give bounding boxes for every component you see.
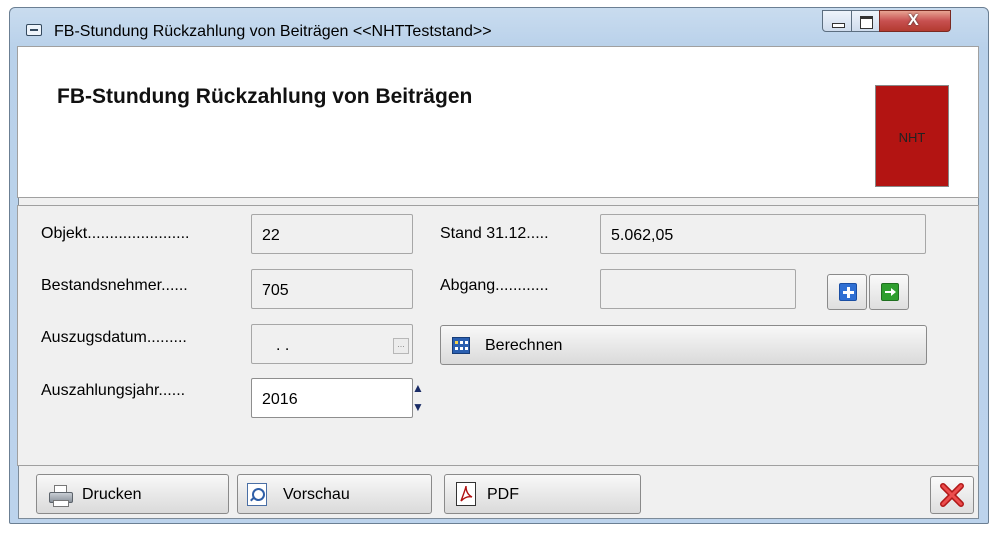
magnifier-page-icon	[247, 483, 267, 506]
auszugsdatum-label: Auszugsdatum.........	[41, 329, 187, 346]
auszahlungsjahr-spinner[interactable]: 2016	[251, 378, 413, 418]
calculator-icon	[452, 337, 470, 354]
plus-icon	[839, 283, 857, 301]
vorschau-label: Vorschau	[283, 486, 350, 503]
objekt-field: 22	[251, 214, 413, 254]
maximize-button[interactable]	[851, 10, 880, 32]
date-picker-button[interactable]: ...	[393, 338, 409, 354]
page-title: FB-Stundung Rückzahlung von Beiträgen	[57, 85, 473, 108]
pdf-label: PDF	[487, 486, 519, 503]
arrow-right-icon	[881, 283, 899, 301]
abgang-label: Abgang............	[440, 277, 549, 294]
add-button[interactable]	[827, 274, 867, 310]
auszahlungsjahr-label: Auszahlungsjahr......	[41, 382, 186, 399]
stand-field: 5.062,05	[600, 214, 926, 254]
berechnen-button[interactable]: Berechnen	[440, 325, 927, 365]
logo-text: NHT	[898, 130, 926, 145]
berechnen-label: Berechnen	[485, 337, 563, 354]
header-panel: FB-Stundung Rückzahlung von Beiträgen NH…	[17, 46, 979, 198]
auszugsdatum-value: . .	[276, 337, 290, 354]
pdf-button[interactable]: PDF	[444, 474, 641, 514]
bestandsnehmer-label: Bestandsnehmer......	[41, 277, 188, 294]
spin-up-icon[interactable]: ▲	[410, 382, 426, 394]
printer-icon	[49, 485, 73, 507]
minimize-icon	[832, 23, 845, 28]
window-title: FB-Stundung Rückzahlung von Beiträgen <<…	[54, 23, 492, 40]
close-form-button[interactable]	[930, 476, 974, 514]
auszugsdatum-field: . .	[251, 324, 413, 364]
spin-down-icon[interactable]: ▼	[410, 401, 426, 413]
apply-button[interactable]	[869, 274, 909, 310]
objekt-label: Objekt.......................	[41, 225, 190, 242]
system-menu-icon[interactable]	[26, 24, 42, 36]
maximize-icon	[860, 16, 873, 29]
close-icon: X	[908, 12, 919, 29]
pdf-icon	[456, 482, 476, 506]
drucken-button[interactable]: Drucken	[36, 474, 229, 514]
window-close-button[interactable]: X	[879, 10, 951, 32]
bestandsnehmer-field: 705	[251, 269, 413, 309]
red-x-icon	[940, 483, 964, 507]
vorschau-button[interactable]: Vorschau	[237, 474, 432, 514]
nht-logo: NHT	[875, 85, 949, 187]
abgang-field	[600, 269, 796, 309]
drucken-label: Drucken	[82, 486, 142, 503]
title-bar[interactable]: FB-Stundung Rückzahlung von Beiträgen <<…	[10, 8, 988, 46]
stand-label: Stand 31.12.....	[440, 225, 549, 242]
minimize-button[interactable]	[822, 10, 852, 32]
